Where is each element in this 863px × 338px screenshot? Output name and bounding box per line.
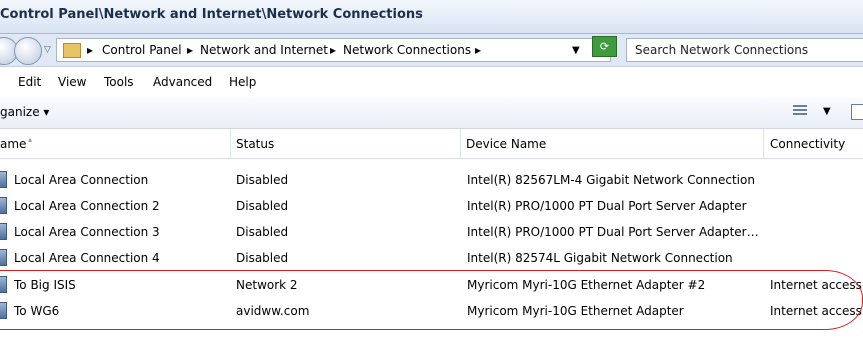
table-row[interactable]: Local Area Connection 4 Disabled Intel(R… bbox=[0, 245, 863, 271]
column-device-label: Device Name bbox=[466, 137, 547, 151]
views-icon[interactable] bbox=[793, 105, 807, 117]
views-dropdown-icon[interactable]: ▼ bbox=[823, 106, 831, 117]
preview-pane-icon[interactable] bbox=[851, 104, 863, 120]
column-connectivity[interactable]: Connectivity bbox=[764, 129, 863, 158]
crumb-control-panel[interactable]: Control Panel bbox=[102, 43, 182, 57]
row-name: Local Area Connection 3 bbox=[14, 225, 160, 239]
row-status: Network 2 bbox=[236, 278, 298, 292]
history-dropdown-icon[interactable]: ▽ bbox=[44, 45, 51, 55]
menu-bar: Edit View Tools Advanced Help bbox=[0, 67, 863, 97]
row-device: Myricom Myri-10G Ethernet Adapter #2 bbox=[467, 278, 706, 292]
table-row[interactable]: Local Area Connection 3 Disabled Intel(R… bbox=[0, 219, 863, 245]
column-status[interactable]: Status bbox=[230, 129, 461, 158]
refresh-icon[interactable]: ⟳ bbox=[592, 36, 617, 57]
crumb-separator-icon[interactable]: ▸ bbox=[87, 43, 93, 57]
command-bar: ganize ▾ ▼ bbox=[0, 97, 863, 129]
network-connection-icon bbox=[0, 171, 7, 188]
row-status: Disabled bbox=[236, 251, 289, 265]
network-connection-icon bbox=[0, 249, 7, 266]
table-row[interactable]: Local Area Connection 2 Disabled Intel(R… bbox=[0, 193, 863, 219]
row-device: Myricom Myri-10G Ethernet Adapter bbox=[467, 304, 684, 318]
address-row: ▽ ▸ Control Panel ▸ Network and Internet… bbox=[0, 34, 863, 67]
address-dropdown-icon[interactable]: ▼ bbox=[572, 45, 580, 56]
table-row[interactable]: Local Area Connection Disabled Intel(R) … bbox=[0, 167, 863, 193]
column-name-label: ame bbox=[0, 137, 27, 151]
network-connection-icon bbox=[0, 276, 7, 293]
organize-button[interactable]: ganize ▾ bbox=[0, 105, 49, 119]
row-name: To Big ISIS bbox=[14, 278, 76, 292]
row-name: Local Area Connection 4 bbox=[14, 251, 160, 265]
search-placeholder: Search Network Connections bbox=[635, 43, 809, 57]
menu-view[interactable]: View bbox=[58, 75, 86, 89]
row-device: Intel(R) PRO/1000 PT Dual Port Server Ad… bbox=[467, 225, 759, 239]
crumb-separator-icon[interactable]: ▸ bbox=[330, 43, 336, 57]
menu-help[interactable]: Help bbox=[229, 75, 256, 89]
row-device: Intel(R) PRO/1000 PT Dual Port Server Ad… bbox=[467, 199, 747, 213]
row-name: Local Area Connection 2 bbox=[14, 199, 160, 213]
network-connection-icon bbox=[0, 223, 7, 240]
column-connectivity-label: Connectivity bbox=[770, 137, 846, 151]
row-name: To WG6 bbox=[14, 304, 60, 318]
menu-advanced[interactable]: Advanced bbox=[153, 75, 212, 89]
column-status-label: Status bbox=[236, 137, 275, 151]
row-status: Disabled bbox=[236, 199, 289, 213]
table-row[interactable]: To WG6 avidww.com Myricom Myri-10G Ether… bbox=[0, 298, 863, 324]
window-title: Control Panel\Network and Internet\Netwo… bbox=[0, 7, 423, 22]
title-bar: Control Panel\Network and Internet\Netwo… bbox=[0, 0, 863, 34]
row-connectivity: Internet access bbox=[770, 304, 862, 318]
network-connection-icon bbox=[0, 197, 7, 214]
address-bar[interactable]: ▸ Control Panel ▸ Network and Internet ▸… bbox=[56, 38, 611, 62]
menu-edit[interactable]: Edit bbox=[18, 75, 41, 89]
column-name[interactable]: ame ▴ bbox=[0, 129, 231, 158]
row-status: Disabled bbox=[236, 173, 289, 187]
row-device: Intel(R) 82567LM-4 Gigabit Network Conne… bbox=[467, 173, 755, 187]
row-name: Local Area Connection bbox=[14, 173, 149, 187]
forward-button[interactable] bbox=[14, 37, 42, 65]
search-input[interactable]: Search Network Connections bbox=[626, 38, 863, 62]
row-connectivity: Internet access bbox=[770, 278, 862, 292]
folder-icon bbox=[63, 43, 81, 58]
network-connection-icon bbox=[0, 302, 7, 319]
crumb-network-connections[interactable]: Network Connections bbox=[343, 43, 471, 57]
crumb-separator-icon[interactable]: ▸ bbox=[187, 43, 193, 57]
sort-up-icon: ▴ bbox=[28, 135, 33, 144]
table-row[interactable]: To Big ISIS Network 2 Myricom Myri-10G E… bbox=[0, 272, 863, 298]
row-device: Intel(R) 82574L Gigabit Network Connecti… bbox=[467, 251, 733, 265]
crumb-network-internet[interactable]: Network and Internet bbox=[200, 43, 328, 57]
row-status: avidww.com bbox=[236, 304, 310, 318]
row-status: Disabled bbox=[236, 225, 289, 239]
menu-tools[interactable]: Tools bbox=[104, 75, 134, 89]
column-device-name[interactable]: Device Name bbox=[460, 129, 764, 158]
column-header: ame ▴ Status Device Name Connectivity bbox=[0, 129, 863, 159]
crumb-separator-icon[interactable]: ▸ bbox=[475, 43, 481, 57]
